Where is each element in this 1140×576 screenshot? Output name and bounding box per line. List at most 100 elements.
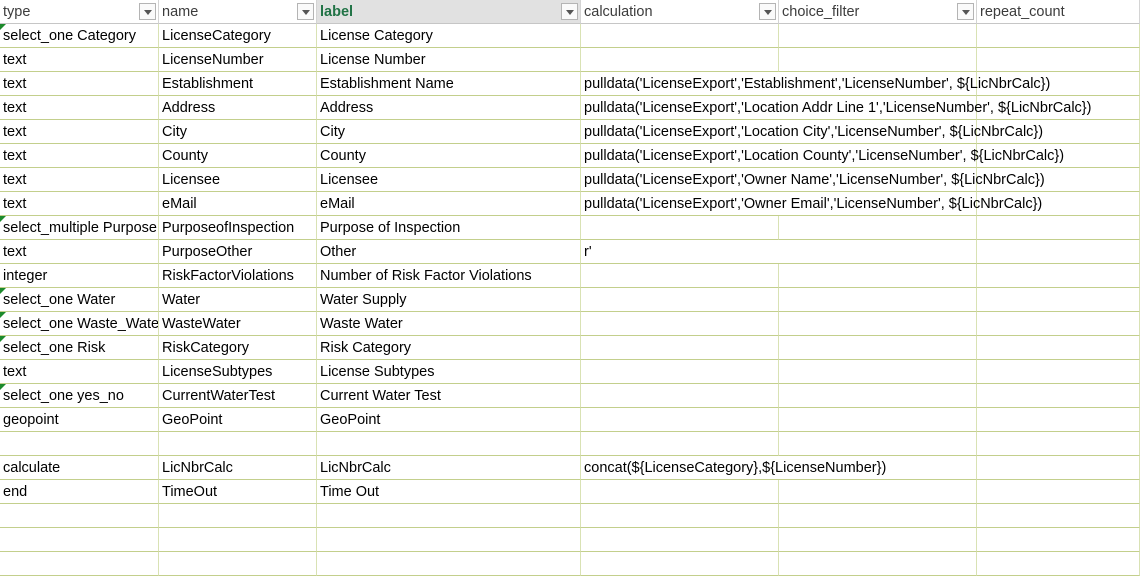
cell-calculation[interactable]: r'	[581, 240, 779, 264]
cell-choice-filter[interactable]	[779, 336, 977, 360]
cell-choice-filter[interactable]	[779, 384, 977, 408]
cell-choice-filter[interactable]	[779, 216, 977, 240]
cell-label[interactable]: Water Supply	[317, 288, 581, 312]
filter-dropdown-icon[interactable]	[139, 3, 156, 20]
cell-name[interactable]: PurposeOther	[159, 240, 317, 264]
cell-choice-filter[interactable]	[779, 432, 977, 456]
cell-label[interactable]: GeoPoint	[317, 408, 581, 432]
cell-calculation[interactable]	[581, 24, 779, 48]
cell-calculation[interactable]	[581, 360, 779, 384]
cell-calculation[interactable]	[581, 552, 779, 576]
cell-type[interactable]: text	[0, 120, 159, 144]
header-choice-filter[interactable]: choice_filter	[779, 0, 977, 24]
cell-type[interactable]: text	[0, 144, 159, 168]
cell-name[interactable]: WasteWater	[159, 312, 317, 336]
cell-choice-filter[interactable]	[779, 48, 977, 72]
cell-repeat-count[interactable]	[977, 384, 1140, 408]
cell-type[interactable]: text	[0, 72, 159, 96]
cell-name[interactable]: LicNbrCalc	[159, 456, 317, 480]
cell-name[interactable]: GeoPoint	[159, 408, 317, 432]
cell-type[interactable]	[0, 432, 159, 456]
cell-name[interactable]	[159, 528, 317, 552]
cell-calculation[interactable]	[581, 432, 779, 456]
cell-type[interactable]: text	[0, 192, 159, 216]
cell-choice-filter[interactable]	[779, 288, 977, 312]
cell-label[interactable]: License Category	[317, 24, 581, 48]
cell-choice-filter[interactable]	[779, 408, 977, 432]
cell-type[interactable]	[0, 528, 159, 552]
cell-label[interactable]	[317, 432, 581, 456]
header-label-col[interactable]: label	[317, 0, 581, 24]
cell-repeat-count[interactable]	[977, 264, 1140, 288]
cell-calculation[interactable]	[581, 504, 779, 528]
cell-choice-filter[interactable]	[779, 552, 977, 576]
cell-type[interactable]: select_one yes_no	[0, 384, 159, 408]
cell-repeat-count[interactable]	[977, 216, 1140, 240]
cell-label[interactable]: eMail	[317, 192, 581, 216]
cell-repeat-count[interactable]	[977, 504, 1140, 528]
cell-name[interactable]: Water	[159, 288, 317, 312]
cell-repeat-count[interactable]	[977, 408, 1140, 432]
cell-choice-filter[interactable]	[779, 480, 977, 504]
cell-repeat-count[interactable]	[977, 48, 1140, 72]
cell-name[interactable]	[159, 552, 317, 576]
cell-repeat-count[interactable]	[977, 240, 1140, 264]
cell-type[interactable]: integer	[0, 264, 159, 288]
cell-type[interactable]: text	[0, 48, 159, 72]
cell-name[interactable]: TimeOut	[159, 480, 317, 504]
cell-type[interactable]: end	[0, 480, 159, 504]
cell-name[interactable]: eMail	[159, 192, 317, 216]
cell-label[interactable]: Waste Water	[317, 312, 581, 336]
header-name[interactable]: name	[159, 0, 317, 24]
header-repeat-count[interactable]: repeat_count	[977, 0, 1140, 24]
cell-type[interactable]: select_one Water	[0, 288, 159, 312]
cell-label[interactable]: Risk Category	[317, 336, 581, 360]
cell-name[interactable]: CurrentWaterTest	[159, 384, 317, 408]
cell-choice-filter[interactable]	[779, 24, 977, 48]
cell-repeat-count[interactable]	[977, 24, 1140, 48]
cell-calculation[interactable]	[581, 336, 779, 360]
cell-repeat-count[interactable]	[977, 552, 1140, 576]
cell-label[interactable]: Current Water Test	[317, 384, 581, 408]
cell-choice-filter[interactable]	[779, 312, 977, 336]
cell-type[interactable]	[0, 504, 159, 528]
cell-name[interactable]: RiskFactorViolations	[159, 264, 317, 288]
cell-type[interactable]: text	[0, 168, 159, 192]
cell-repeat-count[interactable]	[977, 312, 1140, 336]
cell-name[interactable]: Establishment	[159, 72, 317, 96]
cell-choice-filter[interactable]	[779, 528, 977, 552]
cell-name[interactable]: City	[159, 120, 317, 144]
cell-type[interactable]: select_one Category	[0, 24, 159, 48]
cell-type[interactable]: geopoint	[0, 408, 159, 432]
cell-calculation[interactable]	[581, 480, 779, 504]
cell-label[interactable]: Licensee	[317, 168, 581, 192]
header-type[interactable]: type	[0, 0, 159, 24]
cell-calculation[interactable]	[581, 528, 779, 552]
cell-name[interactable]: Address	[159, 96, 317, 120]
filter-dropdown-icon[interactable]	[957, 3, 974, 20]
cell-label[interactable]: City	[317, 120, 581, 144]
cell-choice-filter[interactable]	[779, 240, 977, 264]
cell-label[interactable]	[317, 504, 581, 528]
cell-name[interactable]	[159, 504, 317, 528]
cell-repeat-count[interactable]	[977, 528, 1140, 552]
cell-choice-filter[interactable]	[779, 264, 977, 288]
cell-calculation[interactable]	[581, 264, 779, 288]
cell-name[interactable]: PurposeofInspection	[159, 216, 317, 240]
cell-label[interactable]	[317, 528, 581, 552]
cell-calculation[interactable]: pulldata('LicenseExport','Location Count…	[581, 144, 1064, 168]
cell-repeat-count[interactable]	[977, 456, 1140, 480]
cell-type[interactable]: select_one Risk	[0, 336, 159, 360]
cell-label[interactable]: Number of Risk Factor Violations	[317, 264, 581, 288]
filter-dropdown-icon[interactable]	[561, 3, 578, 20]
cell-type[interactable]: select_one Waste_Water	[0, 312, 159, 336]
cell-repeat-count[interactable]	[977, 288, 1140, 312]
cell-name[interactable]: County	[159, 144, 317, 168]
cell-name[interactable]: RiskCategory	[159, 336, 317, 360]
cell-calculation[interactable]: pulldata('LicenseExport','Establishment'…	[581, 72, 1050, 96]
cell-calculation[interactable]	[581, 216, 779, 240]
cell-label[interactable]: License Subtypes	[317, 360, 581, 384]
cell-label[interactable]	[317, 552, 581, 576]
cell-name[interactable]: LicenseSubtypes	[159, 360, 317, 384]
cell-calculation[interactable]: pulldata('LicenseExport','Owner Name','L…	[581, 168, 1045, 192]
